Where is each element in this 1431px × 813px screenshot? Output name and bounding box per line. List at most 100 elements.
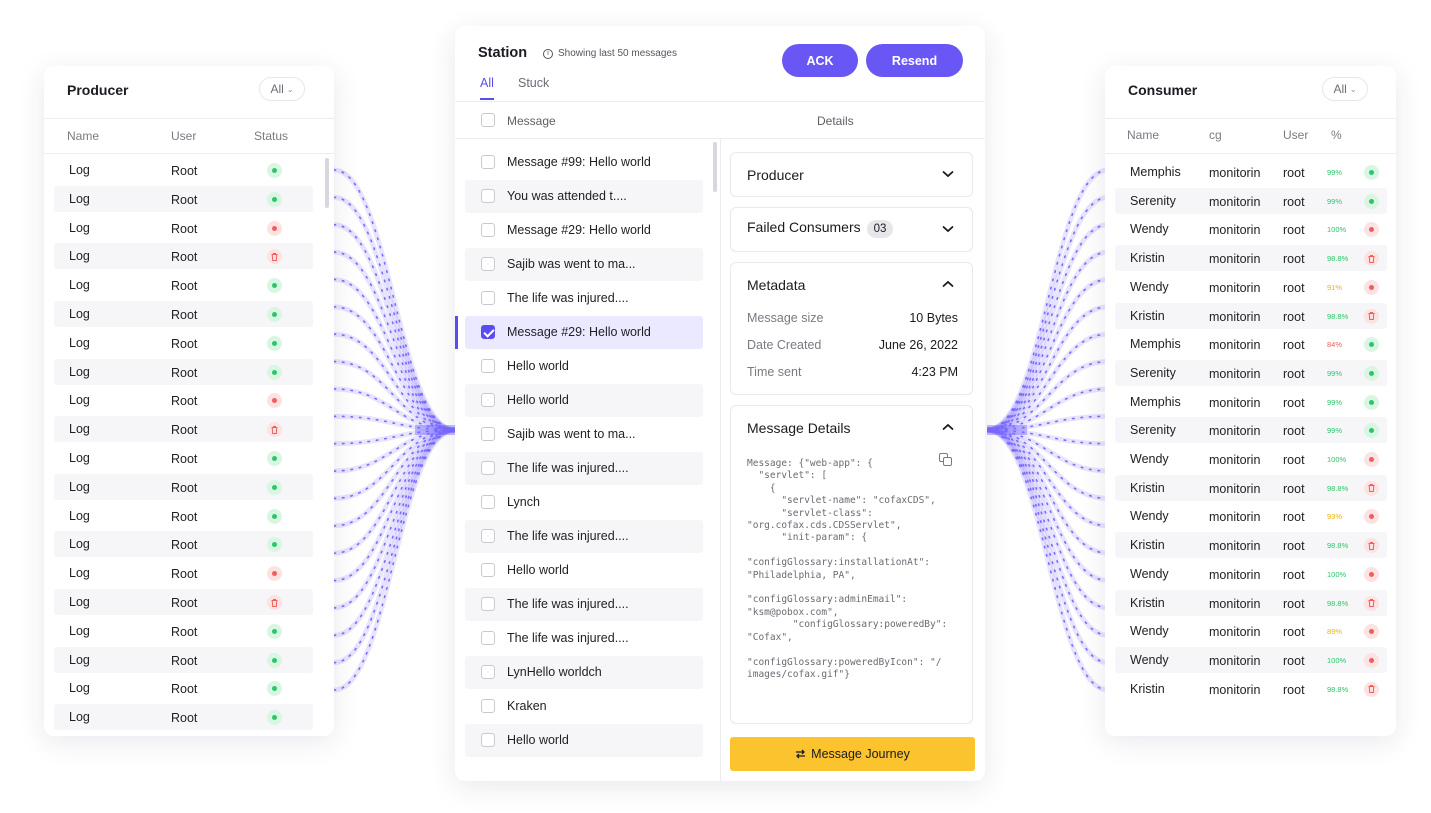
table-row[interactable]: Log Root — [54, 618, 313, 644]
table-row[interactable]: Log Root — [54, 243, 313, 270]
table-row[interactable]: Serenity monitorin root 99% — [1115, 187, 1387, 214]
message-row[interactable]: Sajib was went to ma... — [465, 248, 703, 281]
trash-icon[interactable] — [1364, 538, 1379, 554]
table-row[interactable]: Memphis monitorin root 99% — [1115, 389, 1387, 415]
trash-icon[interactable] — [1364, 681, 1379, 697]
table-row[interactable]: Log Root — [54, 704, 313, 731]
message-checkbox[interactable] — [481, 631, 495, 645]
message-checkbox[interactable] — [481, 393, 495, 407]
table-row[interactable]: Wendy monitorin root 100% — [1115, 646, 1387, 673]
producer-section[interactable]: Producer — [730, 152, 973, 197]
trash-icon[interactable] — [267, 595, 282, 610]
message-checkbox[interactable] — [481, 665, 495, 679]
trash-icon[interactable] — [267, 422, 282, 438]
message-checkbox[interactable] — [481, 359, 495, 373]
trash-icon[interactable] — [267, 249, 282, 265]
producer-filter-dropdown[interactable]: All ⌄ — [259, 77, 305, 101]
message-checkbox[interactable] — [481, 495, 495, 509]
table-row[interactable]: Kristin monitorin root 98.8% — [1115, 302, 1387, 329]
table-row[interactable]: Kristin monitorin root 98.8% — [1115, 532, 1387, 559]
tab-stuck[interactable]: Stuck — [518, 76, 549, 90]
table-row[interactable]: Wendy monitorin root 89% — [1115, 618, 1387, 644]
message-row[interactable]: The life was injured.... — [465, 588, 703, 621]
table-row[interactable]: Serenity monitorin root 99% — [1115, 359, 1387, 386]
table-row[interactable]: Log Root — [54, 185, 313, 212]
chevron-down-icon[interactable] — [942, 222, 954, 236]
table-row[interactable]: Wendy monitorin root 93% — [1115, 503, 1387, 529]
message-row[interactable]: Hello world — [465, 350, 703, 383]
table-row[interactable]: Kristin monitorin root 98.8% — [1115, 589, 1387, 616]
message-checkbox[interactable] — [481, 257, 495, 271]
trash-icon[interactable] — [1364, 308, 1379, 324]
message-scrollbar[interactable] — [713, 142, 717, 192]
table-row[interactable]: Log Root — [54, 330, 313, 356]
message-row[interactable]: Hello world — [465, 384, 703, 417]
trash-icon[interactable] — [1364, 595, 1379, 611]
message-row[interactable]: Message #29: Hello world — [465, 214, 703, 247]
message-checkbox[interactable] — [481, 155, 495, 169]
message-row[interactable]: Hello world — [465, 554, 703, 587]
message-checkbox[interactable] — [481, 223, 495, 237]
message-row[interactable]: Kraken — [465, 690, 703, 723]
resend-button[interactable]: Resend — [866, 44, 963, 77]
message-checkbox[interactable] — [481, 699, 495, 713]
message-checkbox[interactable] — [481, 291, 495, 305]
trash-icon[interactable] — [1364, 251, 1379, 267]
table-row[interactable]: Log Root — [54, 272, 313, 298]
table-row[interactable]: Log Root — [54, 215, 313, 241]
table-row[interactable]: Wendy monitorin root 100% — [1115, 446, 1387, 472]
table-row[interactable]: Log Root — [54, 445, 313, 471]
table-row[interactable]: Log Root — [54, 416, 313, 443]
message-row[interactable]: Sajib was went to ma... — [465, 418, 703, 451]
message-checkbox[interactable] — [481, 325, 495, 339]
message-row[interactable]: Lynch — [465, 486, 703, 519]
message-checkbox[interactable] — [481, 529, 495, 543]
ack-button[interactable]: ACK — [782, 44, 858, 77]
chevron-up-icon[interactable] — [942, 420, 954, 434]
table-row[interactable]: Kristin monitorin root 98.8% — [1115, 474, 1387, 501]
table-row[interactable]: Log Root — [54, 473, 313, 500]
message-row[interactable]: The life was injured.... — [465, 520, 703, 553]
message-checkbox[interactable] — [481, 189, 495, 203]
failed-consumers-section[interactable]: Failed Consumers 03 — [730, 207, 973, 252]
message-checkbox[interactable] — [481, 461, 495, 475]
message-row[interactable]: Message #29: Hello world — [465, 316, 703, 349]
table-row[interactable]: Log Root — [54, 589, 313, 615]
table-row[interactable]: Log Root — [54, 560, 313, 586]
message-row[interactable]: The life was injured.... — [465, 452, 703, 485]
message-row[interactable]: Hello world — [465, 724, 703, 757]
tab-all[interactable]: All — [480, 76, 494, 90]
message-row[interactable]: The life was injured.... — [465, 622, 703, 655]
message-checkbox[interactable] — [481, 427, 495, 441]
message-row[interactable]: Message #99: Hello world — [465, 146, 703, 179]
table-row[interactable]: Log Root — [54, 503, 313, 529]
message-journey-button[interactable]: Message Journey — [730, 737, 975, 771]
table-row[interactable]: Log Root — [54, 531, 313, 558]
table-row[interactable]: Log Root — [54, 157, 313, 183]
table-row[interactable]: Log Root — [54, 358, 313, 385]
message-checkbox[interactable] — [481, 597, 495, 611]
table-row[interactable]: Wendy monitorin root 100% — [1115, 216, 1387, 242]
table-row[interactable]: Log Root — [54, 387, 313, 413]
chevron-up-icon[interactable] — [942, 277, 954, 291]
trash-icon[interactable] — [1364, 480, 1379, 496]
table-row[interactable]: Memphis monitorin root 84% — [1115, 331, 1387, 357]
message-checkbox[interactable] — [481, 733, 495, 747]
message-checkbox[interactable] — [481, 563, 495, 577]
message-row[interactable]: You was attended t.... — [465, 180, 703, 213]
table-row[interactable]: Wendy monitorin root 91% — [1115, 274, 1387, 300]
table-row[interactable]: Memphis monitorin root 99% — [1115, 159, 1387, 185]
table-row[interactable]: Kristin monitorin root 98.8% — [1115, 245, 1387, 272]
table-row[interactable]: Log Root — [54, 675, 313, 701]
consumer-filter-dropdown[interactable]: All ⌄ — [1322, 77, 1368, 101]
table-row[interactable]: Serenity monitorin root 99% — [1115, 417, 1387, 444]
table-row[interactable]: Log Root — [54, 301, 313, 327]
table-row[interactable]: Wendy monitorin root 100% — [1115, 561, 1387, 587]
producer-scrollbar[interactable] — [325, 158, 329, 208]
select-all-checkbox[interactable] — [481, 113, 495, 127]
message-row[interactable]: The life was injured.... — [465, 282, 703, 315]
table-row[interactable]: Log Root — [54, 646, 313, 673]
message-row[interactable]: LynHello worldch — [465, 656, 703, 689]
table-row[interactable]: Kristin monitorin root 98.8% — [1115, 676, 1387, 702]
chevron-down-icon[interactable] — [942, 167, 954, 181]
